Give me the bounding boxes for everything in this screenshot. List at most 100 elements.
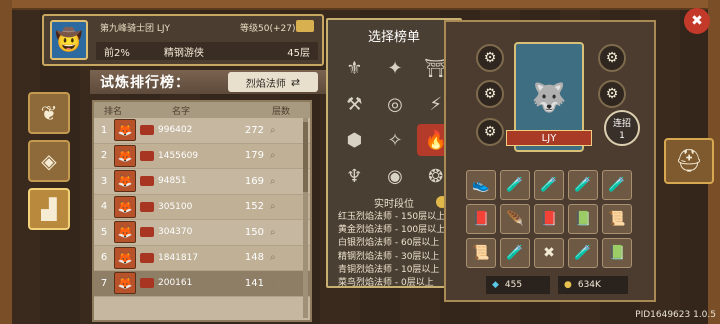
table-row[interactable]: 4 🦊 305100 152 ⌕: [94, 194, 310, 220]
row-player-id: 996402: [158, 125, 193, 136]
player-rank-row: 前2% 精钢游侠 45层: [96, 42, 318, 60]
diamond-tab[interactable]: ◈: [28, 140, 70, 182]
gem-icon: ◆: [492, 280, 499, 290]
badge-icon: [140, 125, 154, 136]
panel-title: 选择榜单: [367, 30, 420, 45]
row-rank: 3: [100, 175, 108, 187]
search-icon[interactable]: ⌕: [270, 252, 276, 263]
row-player-id: 94851: [158, 176, 187, 187]
gem-counter: ◆ 455: [486, 276, 550, 294]
row-rank: 1: [100, 124, 108, 136]
class-icon-1[interactable]: ⚜: [336, 52, 373, 84]
player-avatar-icon: 🦊: [114, 195, 136, 218]
inventory-grid: 👟 🧪 🧪 🧪 🧪 📕 🪶 📕 📗 📜 📜 🧪 ✖ 🧪 📗: [466, 170, 646, 268]
inventory-slot[interactable]: 📕: [466, 204, 496, 234]
class-icon-11[interactable]: ◉: [377, 160, 414, 192]
table-row[interactable]: 1 🦊 996402 272 ⌕: [94, 118, 310, 144]
select-ranking-panel: 选择榜单 ⚜ ✦ ⛩ ⚒ ◎ ⚡ ⬢ ✧ 🔥 ♆ ◉ ❂ 实时段位 红玉烈焰法师…: [326, 18, 462, 288]
search-icon[interactable]: ⌕: [270, 278, 276, 289]
search-icon[interactable]: ⌕: [270, 150, 276, 161]
gold-icon: ●: [564, 280, 572, 290]
inventory-slot[interactable]: 👟: [466, 170, 496, 200]
podium-tab[interactable]: ▟: [28, 188, 70, 230]
player-avatar[interactable]: 🤠: [50, 20, 88, 60]
player-header: 🤠 第九峰骑士团 LJY 等级50(+27) 前2% 精钢游侠 45层: [42, 14, 324, 66]
close-icon: ✖: [691, 13, 703, 29]
inventory-slot[interactable]: 🧪: [534, 170, 564, 200]
search-icon[interactable]: ⌕: [270, 125, 276, 136]
inventory-slot[interactable]: 🧪: [568, 238, 598, 268]
combo-button[interactable]: 连招 1: [604, 110, 640, 146]
search-icon[interactable]: ⌕: [270, 201, 276, 212]
inventory-slot[interactable]: 📜: [602, 204, 632, 234]
row-floor: 150: [244, 226, 264, 238]
hero-helmet-button[interactable]: ⛑: [664, 138, 714, 184]
ranking-title: 试炼排行榜：: [100, 75, 190, 91]
left-beam: [0, 0, 12, 324]
mail-icon[interactable]: [296, 20, 314, 32]
player-avatar-icon: 🦊: [114, 272, 136, 295]
class-filter-button[interactable]: 烈焰法师 ⇄: [228, 72, 318, 92]
table-row[interactable]: 6 🦊 1841817 148 ⌕: [94, 245, 310, 271]
badge-icon: [140, 176, 154, 187]
badge-icon: [140, 201, 154, 212]
class-filter-label: 烈焰法师: [245, 78, 286, 90]
row-rank: 4: [100, 201, 108, 213]
badge-icon: [140, 150, 154, 161]
close-button[interactable]: ✖: [684, 8, 710, 34]
skill-slot[interactable]: ⚙: [476, 44, 504, 72]
row-player-id: 305100: [158, 201, 193, 212]
diamond-icon: ◈: [41, 149, 57, 173]
class-icon-8[interactable]: ✧: [377, 124, 414, 156]
helmet-icon: ⛑: [675, 148, 703, 174]
rank-percent: 前2%: [104, 47, 130, 59]
row-floor: 169: [244, 175, 264, 187]
inventory-slot[interactable]: 🪶: [500, 204, 530, 234]
inventory-slot[interactable]: 🧪: [500, 238, 530, 268]
row-rank: 6: [100, 252, 108, 264]
player-avatar-icon: 🦊: [114, 144, 136, 167]
guild-name: 第九峰骑士团 LJY: [100, 24, 171, 34]
inventory-slot[interactable]: 🧪: [568, 170, 598, 200]
table-row[interactable]: 3 🦊 94851 169 ⌕: [94, 169, 310, 195]
class-icon-7[interactable]: ⬢: [336, 124, 373, 156]
search-icon[interactable]: ⌕: [270, 176, 276, 187]
gold-counter: ● 634K: [558, 276, 628, 294]
player-avatar-icon: 🦊: [114, 170, 136, 193]
player-avatar-icon: 🦊: [114, 246, 136, 269]
top-beam: [0, 0, 720, 10]
table-row[interactable]: 2 🦊 1455609 179 ⌕: [94, 143, 310, 169]
tier-line: 菜鸟烈焰法师 - 0层以上: [338, 278, 434, 289]
skill-slot[interactable]: ⚙: [598, 44, 626, 72]
tier-line: 青铜烈焰法师 - 10层以上: [338, 264, 440, 275]
row-floor: 141: [244, 277, 264, 289]
table-row[interactable]: 5 🦊 304370 150 ⌕: [94, 220, 310, 246]
inventory-slot[interactable]: 📕: [534, 204, 564, 234]
row-rank: 5: [100, 226, 108, 238]
row-floor: 152: [244, 201, 264, 213]
table-row[interactable]: 7 🦊 200161 141 ⌕: [94, 271, 310, 297]
inventory-slot[interactable]: ✖: [534, 238, 564, 268]
skill-slot[interactable]: ⚙: [476, 118, 504, 146]
class-icon-4[interactable]: ⚒: [336, 88, 373, 120]
col-name: 名字: [171, 106, 190, 117]
inventory-slot[interactable]: 📗: [602, 238, 632, 268]
row-floor: 179: [244, 150, 264, 162]
swap-icon: ⇄: [290, 75, 301, 89]
hero-name: LJY: [506, 130, 592, 146]
badge-icon: [140, 252, 154, 263]
class-icon-10[interactable]: ♆: [336, 160, 373, 192]
inventory-slot[interactable]: 🧪: [602, 170, 632, 200]
skill-slot[interactable]: ⚙: [476, 80, 504, 108]
leaf-tab[interactable]: ❦: [28, 92, 70, 134]
scrollbar-thumb[interactable]: [303, 122, 308, 192]
search-icon[interactable]: ⌕: [270, 227, 276, 238]
skill-slot[interactable]: ⚙: [598, 80, 626, 108]
row-rank: 7: [100, 277, 108, 289]
inventory-slot[interactable]: 🧪: [500, 170, 530, 200]
class-icon-5[interactable]: ◎: [377, 88, 414, 120]
inventory-slot[interactable]: 📗: [568, 204, 598, 234]
gold-count: 634K: [577, 280, 601, 290]
inventory-slot[interactable]: 📜: [466, 238, 496, 268]
class-icon-2[interactable]: ✦: [377, 52, 414, 84]
